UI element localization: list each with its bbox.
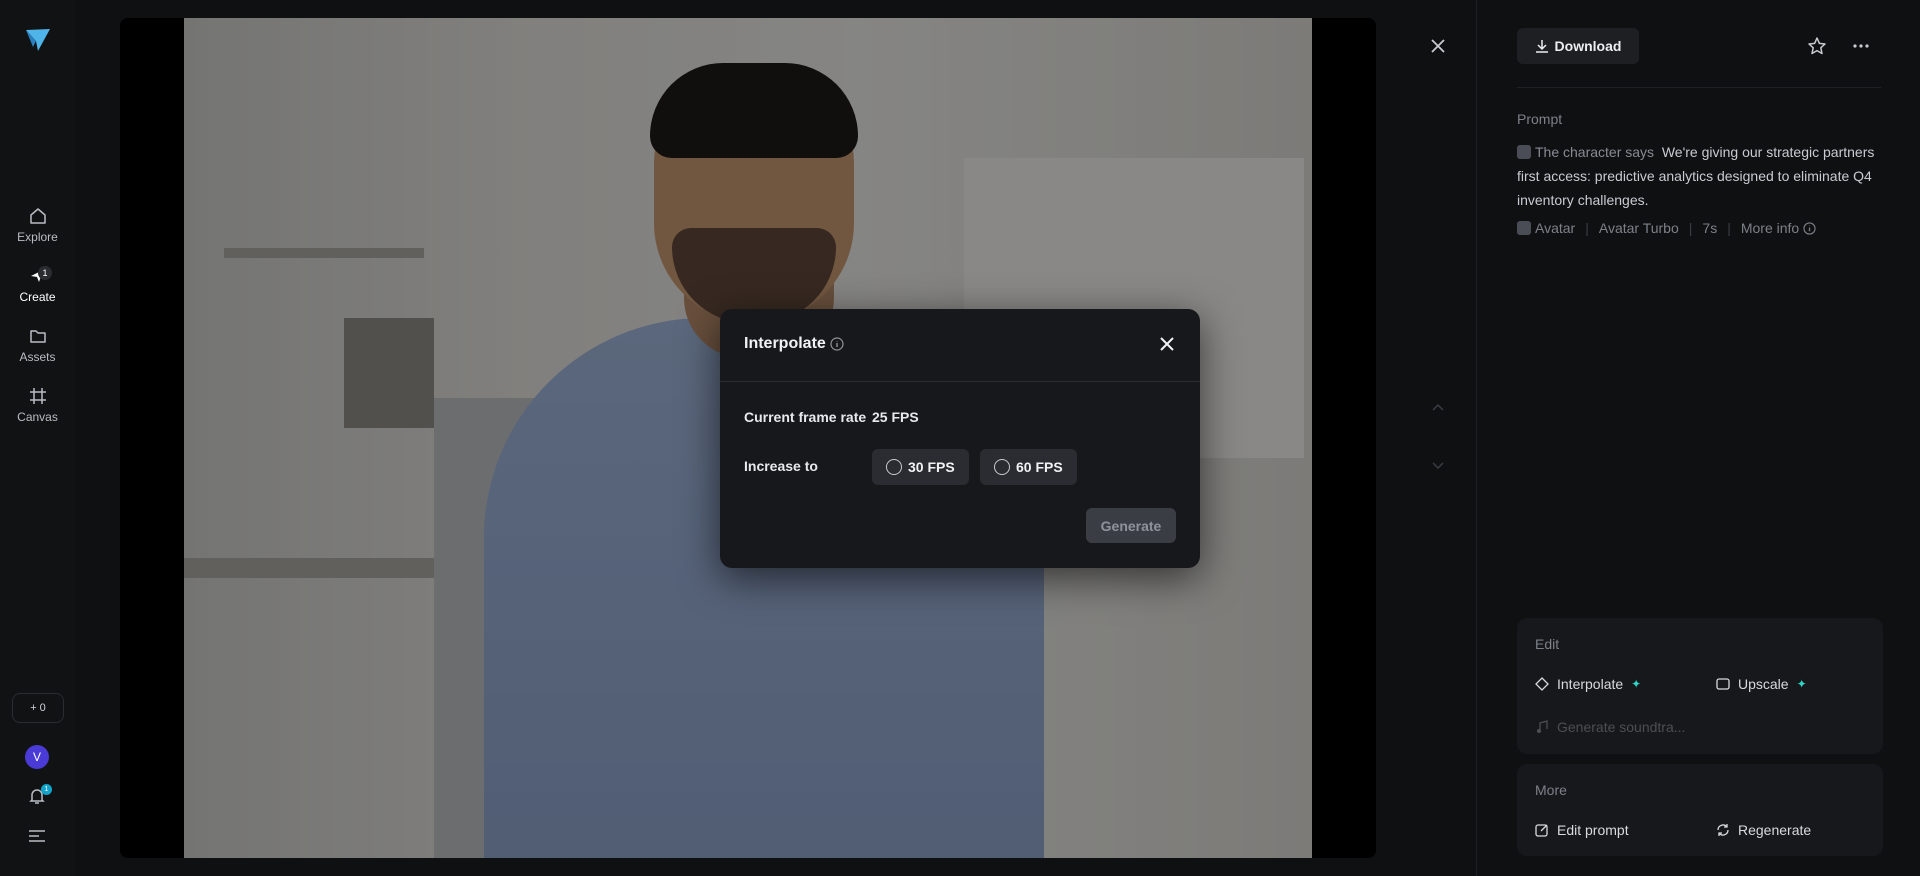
character-icon [1517,145,1531,159]
refresh-icon [1717,824,1729,836]
meta-separator: | [1727,220,1731,236]
info-icon [1803,222,1816,235]
sidebar-item-label: Assets [19,350,56,364]
notification-badge: 1 [41,784,52,795]
info-icon[interactable] [830,337,844,351]
interpolate-icon [1535,677,1549,691]
left-sidebar: Explore 1 Create Assets Canvas + 0 V 1 [0,0,75,876]
current-frame-rate-value: 25 FPS [872,409,919,425]
avatar-chip-icon [1517,221,1531,235]
menu-icon[interactable] [28,828,46,844]
prompt-prefix: The character says [1535,144,1655,160]
download-icon [1535,40,1548,53]
more-info-link[interactable]: More info [1741,220,1816,236]
home-icon [29,208,46,224]
download-label: Download [1554,38,1622,54]
upscale-button[interactable]: Upscale ✦ [1716,676,1807,692]
sidebar-item-label: Explore [17,230,58,244]
download-button[interactable]: Download [1517,28,1639,64]
meta-duration: 7s [1702,220,1718,236]
create-badge: 1 [38,266,52,280]
sparkle-icon: ✦ [1796,677,1807,691]
music-icon [1537,720,1548,733]
sidebar-item-explore[interactable]: Explore [0,206,75,244]
edit-card: Edit Interpolate ✦ Upscale ✦ Generate soun… [1517,618,1883,754]
meta-type: Avatar [1517,220,1575,236]
radio-icon [994,459,1010,475]
sidebar-item-label: Canvas [17,410,58,424]
sidebar-item-create[interactable]: 1 Create [0,266,75,304]
star-icon[interactable] [1807,36,1827,56]
avatar[interactable]: V [25,745,49,769]
canvas-icon [29,388,46,404]
regenerate-button[interactable]: Regenerate [1716,822,1811,838]
meta-model: Avatar Turbo [1598,220,1679,236]
sidebar-item-label: Create [19,290,56,304]
app-root: Explore 1 Create Assets Canvas + 0 V 1 D… [0,0,1920,876]
credits-button[interactable]: + 0 [12,693,64,723]
current-frame-rate-label: Current frame rate [744,409,867,425]
more-card: More Edit prompt Regenerate [1517,764,1883,856]
prompt-label: Prompt [1517,111,1563,127]
edit-prompt-button[interactable]: Edit prompt [1535,822,1629,838]
generation-meta: Avatar | Avatar Turbo | 7s | More info [1517,220,1816,236]
close-icon[interactable] [1428,36,1448,56]
interpolate-button[interactable]: Interpolate ✦ [1535,676,1641,692]
meta-separator: | [1585,220,1589,236]
meta-separator: | [1688,220,1693,236]
logo-icon[interactable] [24,27,52,53]
chevron-down-icon[interactable] [1430,457,1446,473]
edit-card-title: Edit [1535,636,1560,652]
radio-icon [886,459,902,475]
generate-button[interactable]: Generate [1086,508,1176,543]
panel-divider [1517,87,1881,88]
upscale-icon [1716,678,1730,690]
generate-soundtrack-button[interactable]: Generate soundtra... [1535,719,1685,735]
fps-option-30[interactable]: 30 FPS [872,449,969,485]
prompt-text: The character says We're giving our stra… [1517,140,1883,212]
interpolate-dialog: Interpolate Current frame rate 25 FPS In… [720,309,1200,568]
details-panel: Download Prompt The character says We're… [1476,0,1920,876]
sparkle-icon: ✦ [1631,677,1642,691]
folder-icon [29,330,46,343]
close-icon[interactable] [1158,335,1176,353]
increase-to-label: Increase to [744,458,818,474]
dialog-title: Interpolate [744,335,826,352]
dialog-divider [720,381,1200,382]
fps-option-60[interactable]: 60 FPS [980,449,1077,485]
more-options-icon[interactable] [1851,36,1871,56]
more-card-title: More [1535,782,1567,798]
edit-icon [1535,824,1548,837]
sidebar-item-assets[interactable]: Assets [0,326,75,364]
chevron-up-icon[interactable] [1430,400,1446,416]
sidebar-item-canvas[interactable]: Canvas [0,386,75,424]
